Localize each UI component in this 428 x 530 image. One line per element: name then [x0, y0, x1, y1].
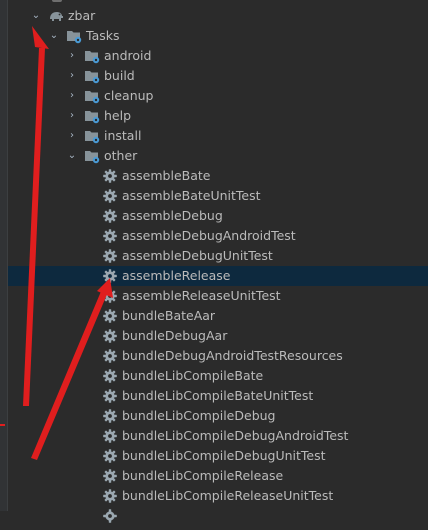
task-folder-icon: [84, 148, 100, 164]
gear-icon: [102, 228, 118, 244]
task-label: bundleLibCompileBate: [122, 368, 264, 383]
task-item[interactable]: bundleLibCompileDebugUnitTest: [8, 446, 428, 466]
chevron-down-icon[interactable]: ⌄: [30, 6, 42, 26]
task-item[interactable]: bundleLibCompileRelease: [8, 466, 428, 486]
gear-icon: [102, 508, 118, 524]
group-label: build: [104, 68, 135, 83]
task-label: assembleBateUnitTest: [122, 188, 261, 203]
group-node-build[interactable]: › build: [8, 66, 428, 86]
chevron-right-icon[interactable]: ›: [66, 66, 78, 86]
task-folder-icon: [84, 108, 100, 124]
project-label: zbar: [68, 8, 96, 23]
task-item[interactable]: bundleLibCompileReleaseUnitTest: [8, 486, 428, 506]
gear-icon: [102, 428, 118, 444]
task-folder-icon: [84, 88, 100, 104]
gear-icon: [102, 448, 118, 464]
group-label: cleanup: [104, 88, 154, 103]
task-label: bundleBateAar: [122, 308, 216, 323]
gear-icon: [102, 328, 118, 344]
task-folder-icon: [84, 68, 100, 84]
group-label: help: [104, 108, 132, 123]
gear-icon: [102, 248, 118, 264]
gear-icon: [102, 268, 118, 284]
task-label: assembleDebugUnitTest: [122, 248, 273, 263]
task-item[interactable]: bundleLibCompileBate: [8, 366, 428, 386]
gear-icon: [102, 468, 118, 484]
task-item[interactable]: bundleLibCompileDebug: [8, 406, 428, 426]
task-label: assembleDebugAndroidTest: [122, 228, 296, 243]
task-item-partial[interactable]: [8, 506, 428, 526]
task-item[interactable]: assembleDebug: [8, 206, 428, 226]
task-item[interactable]: assembleBateUnitTest: [8, 186, 428, 206]
task-label: assembleBate: [122, 168, 211, 183]
task-label: bundleLibCompileDebugUnitTest: [122, 448, 326, 463]
project-node-zbar[interactable]: ⌄ zbar: [8, 6, 428, 26]
gear-icon: [102, 388, 118, 404]
gear-icon: [102, 408, 118, 424]
group-label: android: [104, 48, 152, 63]
gear-icon: [102, 348, 118, 364]
task-item-selected[interactable]: assembleRelease: [8, 266, 428, 286]
task-label: bundleLibCompileRelease: [122, 468, 284, 483]
left-gutter: [0, 0, 7, 511]
tasks-label: Tasks: [86, 28, 120, 43]
task-folder-icon: [84, 128, 100, 144]
chevron-right-icon[interactable]: ›: [66, 86, 78, 106]
gradle-elephant-icon: [48, 8, 64, 24]
group-label: install: [104, 128, 142, 143]
group-node-install[interactable]: › install: [8, 126, 428, 146]
task-label: assembleDebug: [122, 208, 223, 223]
chevron-right-icon[interactable]: ›: [66, 106, 78, 126]
tasks-node[interactable]: ⌄ Tasks: [8, 26, 428, 46]
chevron-down-icon[interactable]: ⌄: [66, 146, 78, 166]
task-item[interactable]: bundleDebugAar: [8, 326, 428, 346]
task-label: assembleRelease: [122, 268, 231, 283]
task-label: bundleDebugAndroidTestResources: [122, 348, 343, 363]
gear-icon: [102, 368, 118, 384]
task-label: assembleReleaseUnitTest: [122, 288, 281, 303]
gear-icon: [102, 488, 118, 504]
task-folder-icon: [66, 28, 82, 44]
task-item[interactable]: bundleBateAar: [8, 306, 428, 326]
task-item[interactable]: bundleLibCompileBateUnitTest: [8, 386, 428, 406]
gear-icon: [102, 308, 118, 324]
group-node-help[interactable]: › help: [8, 106, 428, 126]
group-node-cleanup[interactable]: › cleanup: [8, 86, 428, 106]
task-label: bundleLibCompileReleaseUnitTest: [122, 488, 334, 503]
group-label: other: [104, 148, 138, 163]
annotation-mark: [0, 424, 5, 426]
task-item[interactable]: assembleReleaseUnitTest: [8, 286, 428, 306]
gear-icon: [102, 208, 118, 224]
chevron-down-icon[interactable]: ⌄: [48, 26, 60, 46]
group-node-other[interactable]: ⌄ other: [8, 146, 428, 166]
task-item[interactable]: assembleDebugAndroidTest: [8, 226, 428, 246]
task-item[interactable]: assembleDebugUnitTest: [8, 246, 428, 266]
gradle-task-tree[interactable]: ⌄ zbar ⌄ Tasks › android › build › clean…: [8, 0, 428, 523]
task-label: bundleLibCompileDebug: [122, 408, 276, 423]
gear-icon: [102, 288, 118, 304]
task-label: bundleLibCompileDebugAndroidTest: [122, 428, 349, 443]
chevron-right-icon[interactable]: ›: [66, 126, 78, 146]
task-item[interactable]: assembleBate: [8, 166, 428, 186]
task-item[interactable]: bundleLibCompileDebugAndroidTest: [8, 426, 428, 446]
task-item[interactable]: bundleDebugAndroidTestResources: [8, 346, 428, 366]
gear-icon: [102, 188, 118, 204]
task-label: bundleLibCompileBateUnitTest: [122, 388, 314, 403]
task-folder-icon: [84, 48, 100, 64]
partially-visible-row-icon: [52, 0, 62, 2]
group-node-android[interactable]: › android: [8, 46, 428, 66]
task-label: bundleDebugAar: [122, 328, 228, 343]
chevron-right-icon[interactable]: ›: [66, 46, 78, 66]
gear-icon: [102, 168, 118, 184]
